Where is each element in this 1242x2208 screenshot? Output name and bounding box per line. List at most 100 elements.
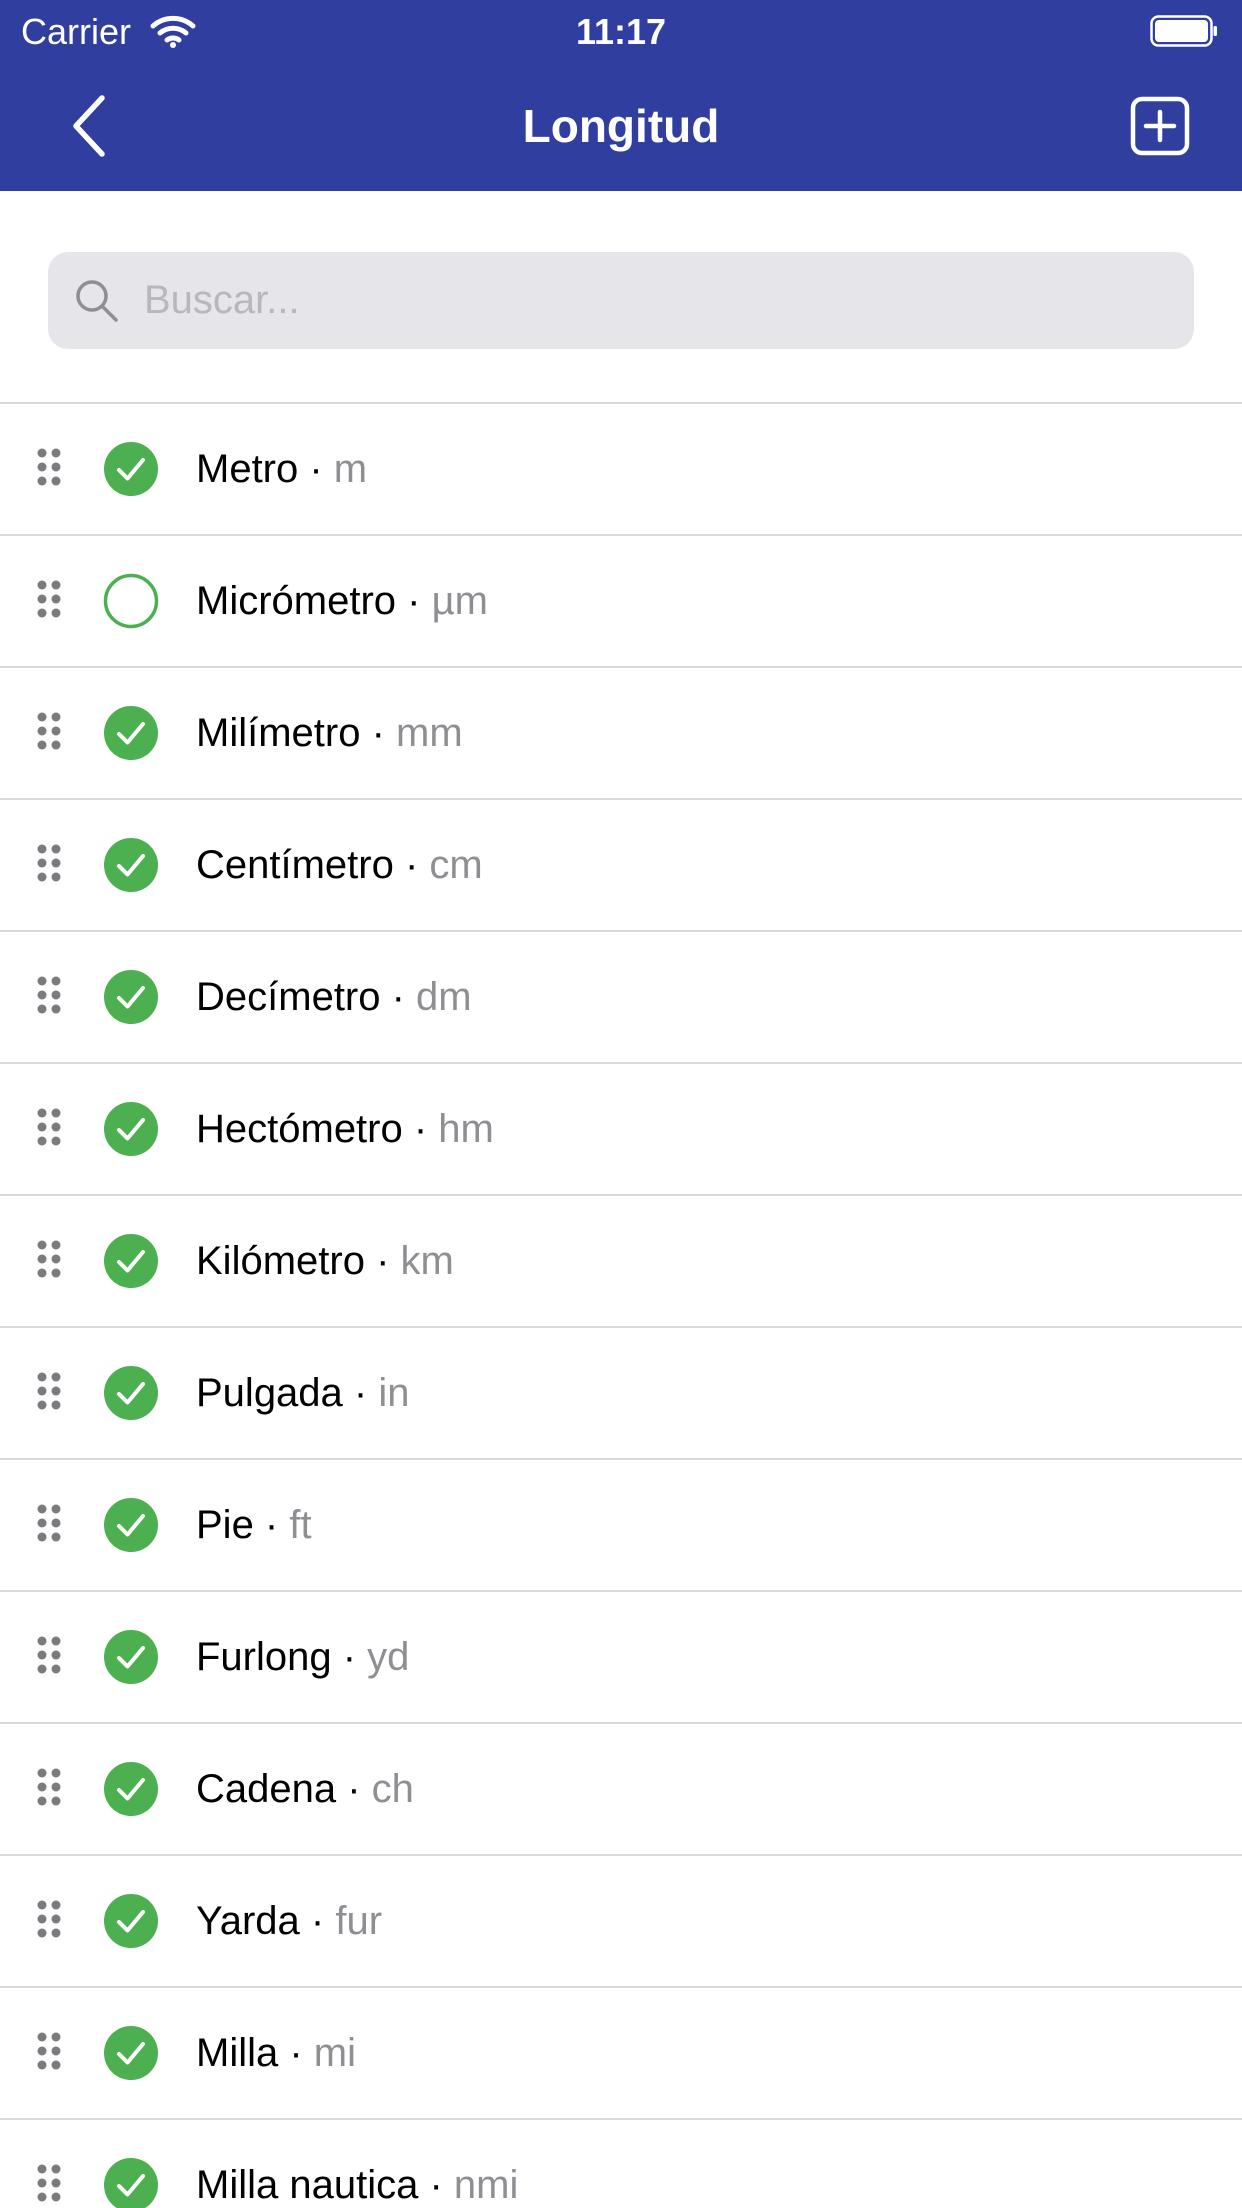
unit-symbol: hm [438,1107,494,1151]
unit-row[interactable]: Hectómetro · hm [0,1064,1242,1196]
unit-label: Milímetro · mm [196,668,463,798]
drag-handle-icon[interactable] [36,1239,62,1279]
drag-handle-icon[interactable] [36,1899,62,1939]
unit-symbol: dm [416,975,472,1019]
drag-handle-icon[interactable] [36,2031,62,2071]
separator-dot: · [278,2031,314,2075]
separator-dot: · [298,447,334,491]
separator-dot: · [342,1371,379,1415]
status-time: 11:17 [575,11,667,52]
checkmark-circle-icon[interactable] [103,1761,159,1817]
unit-row[interactable]: Centímetro · cm [0,800,1242,932]
unit-row[interactable]: Cadena · ch [0,1724,1242,1856]
unit-name: Hectómetro [196,1107,403,1151]
checkmark-circle-icon[interactable] [103,1365,159,1421]
drag-handle-icon[interactable] [36,579,62,619]
page-title: Longitud [522,100,720,152]
unit-name: Cadena [196,1767,337,1811]
unit-name: Kilómetro [196,1239,365,1283]
checkmark-circle-icon[interactable] [103,1233,159,1289]
unit-label: Pulgada · in [196,1328,409,1458]
unit-symbol: nmi [453,2163,519,2207]
unit-name: Micrómetro [196,579,397,623]
drag-handle-icon[interactable] [36,447,62,487]
unit-symbol: ch [371,1767,414,1811]
separator-dot: · [402,1107,439,1151]
unit-name: Milla nautica [196,2163,419,2207]
separator-dot: · [393,843,430,887]
unit-name: Decímetro [196,975,381,1019]
separator-dot: · [418,2163,454,2207]
unit-symbol: m [333,447,368,491]
unit-row[interactable]: Furlong · yd [0,1592,1242,1724]
separator-dot: · [299,1899,336,1943]
unit-symbol: ft [289,1503,312,1547]
drag-handle-icon[interactable] [36,1635,62,1675]
unit-symbol: fur [335,1899,383,1943]
drag-handle-icon[interactable] [36,711,62,751]
drag-handle-icon[interactable] [36,2163,62,2203]
separator-dot: · [364,1239,401,1283]
checkmark-circle-icon[interactable] [103,1101,159,1157]
unit-symbol: mm [396,711,463,755]
unit-name: Milímetro [196,711,361,755]
unit-row[interactable]: Decímetro · dm [0,932,1242,1064]
drag-handle-icon[interactable] [36,1503,62,1543]
unit-name: Centímetro [196,843,394,887]
unit-row[interactable]: Milla · mi [0,1988,1242,2120]
unit-label: Kilómetro · km [196,1196,454,1326]
unit-symbol: mi [313,2031,356,2075]
unit-label: Yarda · fur [196,1856,382,1986]
search-icon [76,280,118,322]
unit-row[interactable]: Milla nautica · nmi [0,2120,1242,2208]
unit-label: Furlong · yd [196,1592,409,1722]
separator-dot: · [380,975,417,1019]
unit-row[interactable]: Pie · ft [0,1460,1242,1592]
search-bar[interactable] [48,252,1194,349]
unit-name: Milla [196,2031,279,2075]
unit-label: Metro · m [196,404,367,534]
separator-dot: · [396,579,432,623]
drag-handle-icon[interactable] [36,1371,62,1411]
checkmark-circle-icon[interactable] [103,441,159,497]
unit-label: Hectómetro · hm [196,1064,494,1194]
unit-symbol: km [400,1239,454,1283]
unit-row[interactable]: Pulgada · in [0,1328,1242,1460]
checkmark-circle-icon[interactable] [103,705,159,761]
separator-dot: · [336,1767,372,1811]
search-input[interactable] [144,252,1174,349]
plus-square-icon [1130,96,1190,156]
unit-row[interactable]: Yarda · fur [0,1856,1242,1988]
unit-row[interactable]: Milímetro · mm [0,668,1242,800]
unit-label: Centímetro · cm [196,800,483,930]
checkmark-circle-icon[interactable] [103,1497,159,1553]
drag-handle-icon[interactable] [36,843,62,883]
checkmark-circle-icon[interactable] [103,837,159,893]
search-section [0,191,1242,404]
checkmark-circle-icon[interactable] [103,969,159,1025]
unit-name: Furlong [196,1635,332,1679]
unit-row[interactable]: Micrómetro · µm [0,536,1242,668]
separator-dot: · [331,1635,368,1679]
drag-handle-icon[interactable] [36,1107,62,1147]
separator-dot: · [360,711,396,755]
drag-handle-icon[interactable] [36,1767,62,1807]
unit-label: Pie · ft [196,1460,312,1590]
unit-row[interactable]: Kilómetro · km [0,1196,1242,1328]
unit-symbol: yd [367,1635,410,1679]
empty-circle-icon[interactable] [103,573,159,629]
unit-name: Yarda [196,1899,300,1943]
unit-row[interactable]: Metro · m [0,404,1242,536]
checkmark-circle-icon[interactable] [103,1893,159,1949]
checkmark-circle-icon[interactable] [103,2157,159,2208]
battery-icon [1150,15,1217,47]
unit-label: Milla · mi [196,1988,356,2118]
drag-handle-icon[interactable] [36,975,62,1015]
unit-name: Metro [196,447,299,491]
unit-label: Cadena · ch [196,1724,414,1854]
add-unit-button[interactable] [1130,96,1190,156]
checkmark-circle-icon[interactable] [103,1629,159,1685]
unit-symbol: cm [429,843,483,887]
checkmark-circle-icon[interactable] [103,2025,159,2081]
status-bar: Carrier 11:17 [0,0,1242,62]
